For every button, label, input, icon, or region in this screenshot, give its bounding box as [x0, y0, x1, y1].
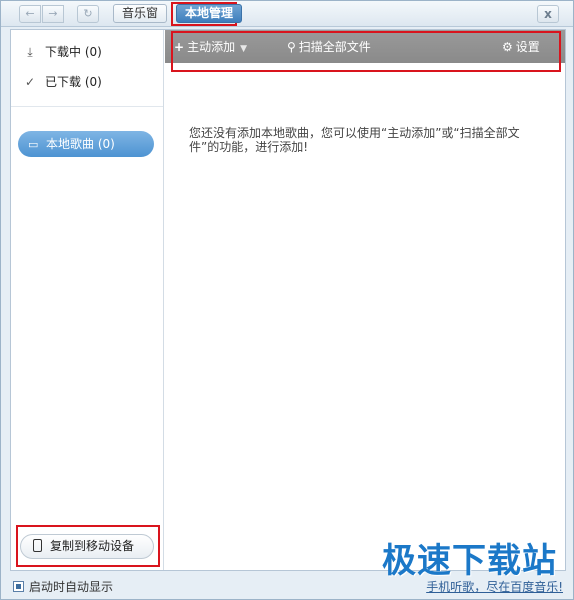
tab-local-management[interactable]: 本地管理	[176, 4, 243, 23]
watermark-logo: 极速下载站	[382, 541, 557, 581]
computer-icon: ▭	[28, 138, 39, 151]
title-bar: ← → ↻ 音乐窗 本地管理 x	[1, 1, 573, 27]
check-icon: ✓	[24, 75, 36, 89]
refresh-button[interactable]: ↻	[77, 5, 99, 23]
forward-button[interactable]: →	[42, 5, 64, 23]
sidebar-item-label: 本地歌曲 (0)	[46, 137, 115, 151]
autostart-label: 启动时自动显示	[29, 580, 114, 594]
back-button[interactable]: ←	[19, 5, 41, 23]
download-icon: ⤓	[27, 45, 33, 59]
sidebar-item-downloaded[interactable]: ✓ 已下载 (0)	[23, 72, 102, 92]
sidebar-item-downloading[interactable]: ⤓ 下载中 (0)	[23, 42, 102, 62]
autostart-checkbox[interactable]	[13, 581, 24, 592]
sidebar-item-label: 已下载 (0)	[45, 75, 102, 89]
toolbar-highlight-outline	[171, 31, 561, 72]
app-window: ← → ↻ 音乐窗 本地管理 x ⤓ 下载中 (0) ✓ 已下载 (0) ▭ 本地歌曲…	[0, 0, 574, 600]
arrow-left-icon: ←	[25, 7, 35, 20]
autostart-toggle[interactable]: 启动时自动显示	[13, 579, 113, 595]
arrow-right-icon: →	[48, 7, 58, 20]
phone-icon	[33, 539, 42, 552]
tab-music-window[interactable]: 音乐窗	[113, 4, 168, 23]
copy-button-label: 复制到移动设备	[50, 539, 135, 553]
sidebar-divider	[11, 106, 163, 107]
refresh-icon: ↻	[83, 7, 93, 20]
empty-state-message: 您还没有添加本地歌曲，您可以使用“主动添加”或“扫描全部文件”的功能，进行添加!	[189, 126, 520, 154]
close-icon: x	[544, 7, 552, 21]
copy-to-mobile-button[interactable]: 复制到移动设备	[20, 534, 154, 559]
sidebar-item-local-songs[interactable]: ▭ 本地歌曲 (0)	[18, 131, 154, 157]
content-panel: ⤓ 下载中 (0) ✓ 已下载 (0) ▭ 本地歌曲 (0) 复制到移动设备 + 主动添…	[10, 29, 566, 571]
sidebar-item-label: 下载中 (0)	[45, 45, 102, 59]
sidebar: ⤓ 下载中 (0) ✓ 已下载 (0) ▭ 本地歌曲 (0) 复制到移动设备	[11, 30, 164, 570]
mobile-music-link[interactable]: 手机听歌，尽在百度音乐!	[426, 579, 563, 595]
close-button[interactable]: x	[537, 5, 559, 23]
